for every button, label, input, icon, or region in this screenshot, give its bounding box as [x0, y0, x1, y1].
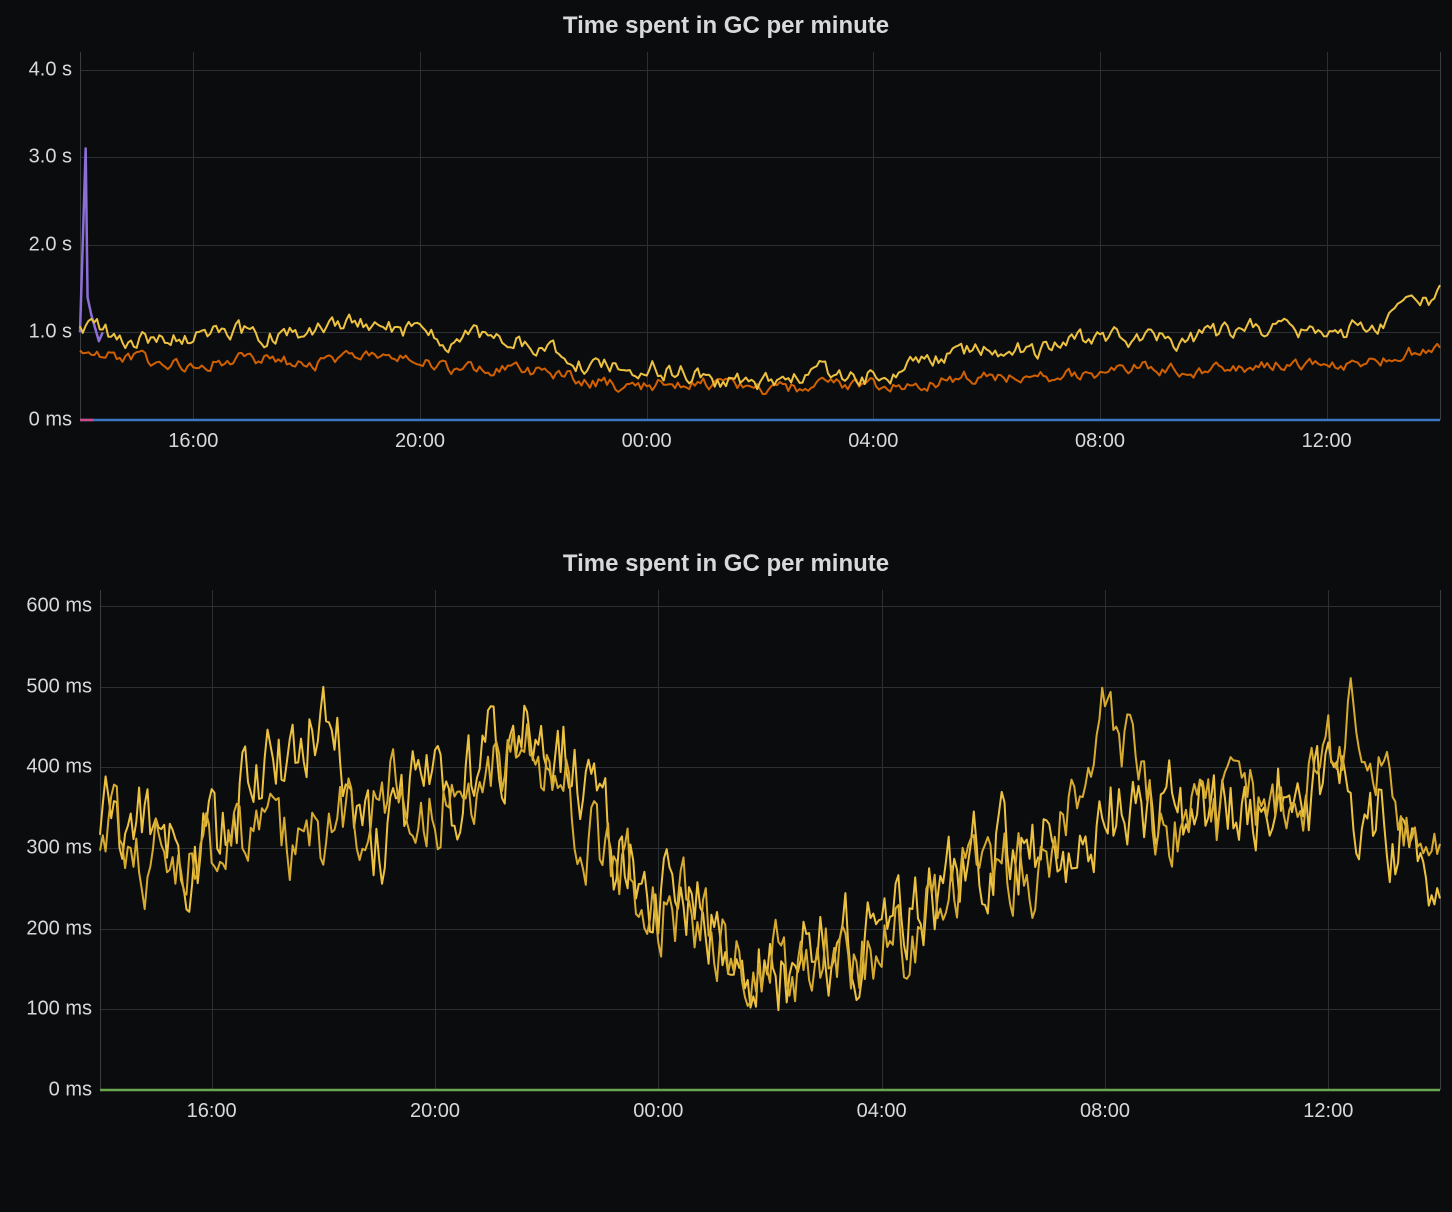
- y-tick-label: 2.0 s: [29, 233, 80, 256]
- y-tick-label: 0 ms: [29, 409, 80, 432]
- gc-time-panel-top: Time spent in GC per minute 0 ms1.0 s2.0…: [0, 0, 1452, 538]
- y-tick-label: 400 ms: [26, 756, 100, 779]
- series-layer: [100, 590, 1440, 1090]
- y-tick-label: 200 ms: [26, 917, 100, 940]
- plot-border: [1440, 52, 1441, 420]
- series-yellow-a: [100, 687, 1440, 1010]
- y-tick-label: 300 ms: [26, 837, 100, 860]
- y-tick-label: 3.0 s: [29, 146, 80, 169]
- series-yellow-b: [100, 678, 1440, 1006]
- x-tick-label: 12:00: [1303, 1090, 1353, 1123]
- x-tick-label: 16:00: [168, 420, 218, 453]
- x-tick-label: 20:00: [410, 1090, 460, 1123]
- x-tick-label: 04:00: [848, 420, 898, 453]
- x-tick-label: 08:00: [1080, 1090, 1130, 1123]
- x-tick-label: 12:00: [1302, 420, 1352, 453]
- y-tick-label: 4.0 s: [29, 58, 80, 81]
- chart-title: Time spent in GC per minute: [0, 550, 1452, 578]
- y-tick-label: 600 ms: [26, 595, 100, 618]
- series-yellow: [80, 285, 1440, 389]
- y-tick-label: 100 ms: [26, 998, 100, 1021]
- x-tick-label: 16:00: [187, 1090, 237, 1123]
- y-tick-label: 0 ms: [49, 1079, 100, 1102]
- y-tick-label: 500 ms: [26, 675, 100, 698]
- series-purple-spike: [80, 148, 103, 341]
- plot-border: [1440, 590, 1441, 1090]
- series-orange: [80, 344, 1440, 394]
- x-tick-label: 20:00: [395, 420, 445, 453]
- gc-time-panel-bottom: Time spent in GC per minute 0 ms100 ms20…: [0, 538, 1452, 1212]
- chart-title: Time spent in GC per minute: [0, 12, 1452, 40]
- x-tick-label: 00:00: [633, 1090, 683, 1123]
- y-tick-label: 1.0 s: [29, 321, 80, 344]
- x-tick-label: 08:00: [1075, 420, 1125, 453]
- x-tick-label: 04:00: [857, 1090, 907, 1123]
- chart-plot-top[interactable]: 0 ms1.0 s2.0 s3.0 s4.0 s16:0020:0000:000…: [80, 52, 1440, 420]
- x-tick-label: 00:00: [622, 420, 672, 453]
- series-layer: [80, 52, 1440, 420]
- chart-plot-bottom[interactable]: 0 ms100 ms200 ms300 ms400 ms500 ms600 ms…: [100, 590, 1440, 1090]
